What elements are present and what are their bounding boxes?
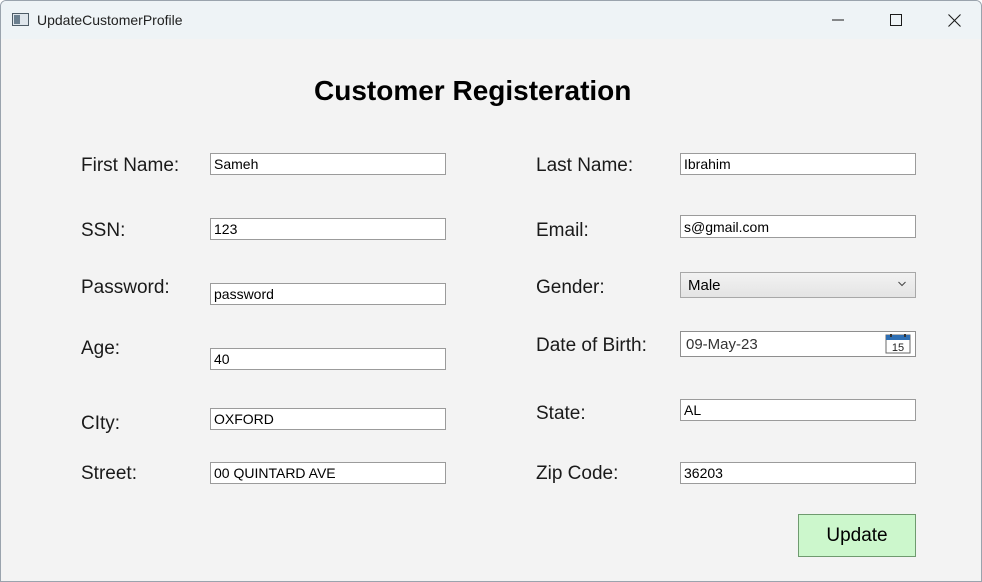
street-field[interactable] <box>210 462 446 484</box>
password-field[interactable] <box>210 283 446 305</box>
first-name-label: First Name: <box>81 155 180 176</box>
date-of-birth-picker[interactable]: 09-May-23 15 <box>680 331 916 357</box>
age-field[interactable] <box>210 348 446 370</box>
update-button[interactable]: Update <box>798 514 916 557</box>
password-label: Password: <box>81 277 170 298</box>
state-label: State: <box>536 403 586 424</box>
calendar-icon[interactable]: 15 <box>885 334 911 354</box>
date-of-birth-value: 09-May-23 <box>686 336 758 353</box>
title-bar[interactable]: UpdateCustomerProfile <box>1 1 981 39</box>
last-name-label: Last Name: <box>536 155 634 176</box>
maximize-button[interactable] <box>867 1 925 39</box>
gender-dropdown[interactable]: Male <box>680 272 916 298</box>
street-label: Street: <box>81 463 137 484</box>
zip-code-label: Zip Code: <box>536 463 619 484</box>
city-label: CIty: <box>81 413 121 434</box>
close-icon <box>947 13 961 27</box>
email-field[interactable] <box>680 215 916 238</box>
close-button[interactable] <box>925 1 981 39</box>
age-label: Age: <box>81 338 121 359</box>
ssn-field[interactable] <box>210 218 446 240</box>
minimize-button[interactable] <box>809 1 867 39</box>
calendar-day-number: 15 <box>892 342 904 354</box>
gender-label: Gender: <box>536 277 605 298</box>
date-of-birth-label: Date of Birth: <box>536 335 647 356</box>
maximize-icon <box>890 14 902 26</box>
city-field[interactable] <box>210 408 446 430</box>
state-field[interactable] <box>680 399 916 421</box>
first-name-field[interactable] <box>210 153 446 175</box>
last-name-field[interactable] <box>680 153 916 175</box>
email-label: Email: <box>536 220 589 241</box>
gender-selected-value: Male <box>688 277 721 294</box>
window-title: UpdateCustomerProfile <box>37 12 183 28</box>
app-icon <box>12 13 29 26</box>
chevron-down-icon <box>898 281 906 287</box>
update-customer-profile-window: UpdateCustomerProfile Customer Registera… <box>0 0 982 582</box>
form-title: Customer Registeration <box>314 75 632 106</box>
zip-code-field[interactable] <box>680 462 916 484</box>
ssn-label: SSN: <box>81 220 126 241</box>
minimize-icon <box>832 19 844 21</box>
